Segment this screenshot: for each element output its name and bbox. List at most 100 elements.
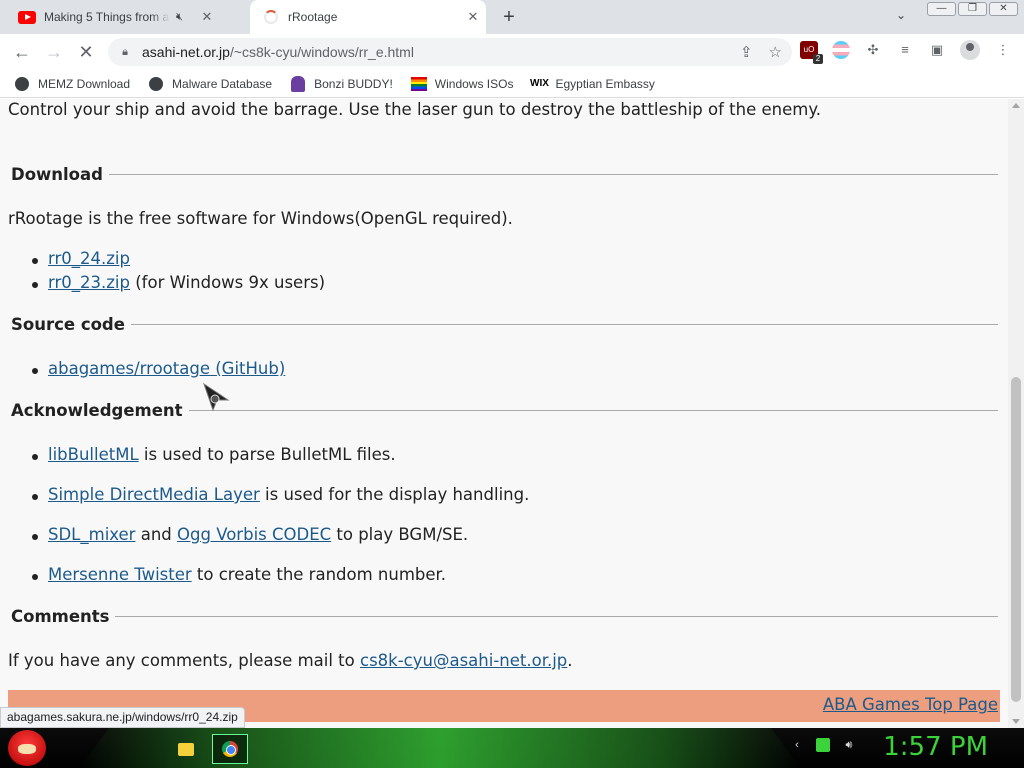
- chrome-icon: [222, 741, 238, 757]
- comments-text: If you have any comments, please mail to…: [8, 651, 573, 670]
- scroll-up-arrow-icon[interactable]: [1012, 103, 1020, 108]
- bookmark-bonzi-buddy[interactable]: Bonzi BUDDY!: [290, 75, 393, 92]
- maximize-button[interactable]: ❐: [958, 2, 987, 16]
- heading-rule: [188, 410, 998, 411]
- section-heading: Download: [11, 165, 103, 184]
- lock-icon[interactable]: 🔒︎: [108, 46, 142, 59]
- volume-icon[interactable]: 🔊︎: [842, 738, 856, 752]
- status-bar-url: abagames.sakura.ne.jp/windows/rr0_24.zip: [0, 707, 245, 728]
- taskbar: ‹ 🔊︎ 1:57 PM: [0, 728, 1024, 768]
- address-bar[interactable]: 🔒︎ asahi-net.or.jp/~cs8k-cyu/windows/rr_…: [108, 38, 792, 66]
- bookmark-malware-database[interactable]: Malware Database: [148, 76, 272, 92]
- new-tab-button[interactable]: +: [498, 6, 520, 28]
- source-list: abagames/rrootage (GitHub): [32, 359, 285, 378]
- profile-avatar-icon[interactable]: [960, 40, 980, 60]
- system-tray: ‹ 🔊︎: [790, 738, 856, 752]
- bookmark-label: Bonzi BUDDY!: [314, 76, 393, 91]
- forward-button[interactable]: →: [42, 40, 66, 64]
- section-heading: Acknowledgement: [11, 401, 183, 420]
- share-icon[interactable]: ⇪: [740, 43, 753, 61]
- heading-rule: [130, 324, 998, 325]
- list-item: Mersenne Twister to create the random nu…: [32, 565, 529, 605]
- github-link[interactable]: abagames/rrootage (GitHub): [48, 359, 285, 378]
- ack-text: is used to parse BulletML files.: [138, 445, 396, 464]
- bookmark-windows-isos[interactable]: Windows ISOs: [410, 76, 514, 92]
- bookmark-label: MEMZ Download: [38, 76, 131, 91]
- page-scrollbar[interactable]: [1008, 99, 1024, 728]
- taskbar-file-explorer[interactable]: [168, 734, 204, 764]
- download-link-rr0-23[interactable]: rr0_23.zip: [48, 273, 130, 292]
- ack-text: to play BGM/SE.: [331, 525, 469, 544]
- minimize-button[interactable]: —: [927, 2, 956, 16]
- close-tab-icon[interactable]: ✕: [198, 8, 216, 26]
- menu-kebab-icon[interactable]: ⋮: [994, 41, 1012, 59]
- rainbow-flag-icon: [410, 76, 427, 92]
- list-item: libBulletML is used to parse BulletML fi…: [32, 445, 529, 485]
- trans-flag-extension-icon[interactable]: [832, 41, 850, 59]
- page-viewport: Control your ship and avoid the barrage.…: [0, 99, 1024, 728]
- start-button-angry-bird-icon[interactable]: [8, 730, 46, 766]
- stop-loading-button[interactable]: ✕: [74, 40, 98, 64]
- mouse-cursor-icon: [203, 382, 230, 412]
- tab-title: rRootage: [288, 10, 338, 24]
- section-comments: Comments: [11, 607, 998, 626]
- side-panel-icon[interactable]: ▣: [928, 41, 946, 59]
- comments-prefix: If you have any comments, please mail to: [8, 651, 360, 670]
- email-link[interactable]: cs8k-cyu@asahi-net.or.jp: [360, 651, 567, 670]
- ack-text: and: [135, 525, 178, 544]
- sdl-link[interactable]: Simple DirectMedia Layer: [48, 485, 260, 504]
- section-heading: Comments: [11, 607, 110, 626]
- close-window-button[interactable]: ✕: [989, 2, 1018, 16]
- page-content: Control your ship and avoid the barrage.…: [0, 99, 1008, 728]
- heading-rule: [108, 174, 998, 175]
- acknowledgement-list: libBulletML is used to parse BulletML fi…: [32, 445, 529, 605]
- wix-icon: WIX: [530, 78, 549, 89]
- section-heading: Source code: [11, 315, 125, 334]
- bookmark-memz[interactable]: MEMZ Download: [14, 76, 130, 92]
- ack-text: is used for the display handling.: [259, 485, 530, 504]
- bookmark-star-icon[interactable]: ☆: [769, 43, 782, 61]
- ack-text: to create the random number.: [191, 565, 447, 584]
- youtube-icon: [18, 10, 36, 24]
- bookmark-egyptian-embassy[interactable]: WIX Egyptian Embassy: [530, 76, 655, 92]
- list-item: Simple DirectMedia Layer is used for the…: [32, 485, 529, 525]
- globe-icon: [148, 76, 164, 92]
- url-path: /~cs8k-cyu/windows/rr_e.html: [229, 44, 414, 60]
- download-link-rr0-24[interactable]: rr0_24.zip: [48, 249, 130, 268]
- aba-games-top-link[interactable]: ABA Games Top Page: [823, 695, 998, 714]
- ogg-vorbis-link[interactable]: Ogg Vorbis CODEC: [177, 525, 331, 544]
- back-button[interactable]: ←: [10, 40, 34, 64]
- extensions-puzzle-icon[interactable]: ✣: [864, 41, 882, 59]
- scroll-down-arrow-icon[interactable]: [1012, 719, 1020, 724]
- sdl-mixer-link[interactable]: SDL_mixer: [48, 525, 135, 544]
- loading-spinner-icon: [262, 10, 280, 24]
- taskbar-chrome[interactable]: [212, 734, 248, 764]
- list-item: SDL_mixer and Ogg Vorbis CODEC to play B…: [32, 525, 529, 565]
- ublock-origin-icon[interactable]: uO 2: [800, 41, 823, 64]
- speaker-muted-icon[interactable]: 🔇︎: [176, 11, 192, 24]
- list-item: abagames/rrootage (GitHub): [32, 359, 285, 378]
- tab-youtube[interactable]: Making 5 Things from a Broken 🔇︎ ✕: [8, 0, 248, 34]
- browser-toolbar: ← → ✕ 🔒︎ asahi-net.or.jp/~cs8k-cyu/windo…: [0, 34, 1024, 70]
- download-text: rRootage is the free software for Window…: [8, 209, 513, 228]
- tab-strip: Making 5 Things from a Broken 🔇︎ ✕ rRoot…: [0, 0, 1024, 34]
- tab-rrootage[interactable]: rRootage ✕: [250, 0, 486, 34]
- comments-period: .: [567, 651, 573, 670]
- media-control-icon[interactable]: ≡: [896, 41, 914, 59]
- close-tab-icon[interactable]: ✕: [464, 8, 482, 26]
- section-download: Download: [11, 165, 998, 184]
- libbulletml-link[interactable]: libBulletML: [48, 445, 139, 464]
- tray-chevron-icon[interactable]: ‹: [790, 738, 804, 752]
- heading-rule: [115, 616, 998, 617]
- bookmark-label: Malware Database: [172, 76, 273, 91]
- globe-icon: [14, 76, 30, 92]
- network-icon[interactable]: [816, 738, 830, 752]
- tab-search-chevron-icon[interactable]: ⌄: [896, 8, 914, 26]
- list-item: rr0_23.zip (for Windows 9x users): [32, 273, 325, 297]
- scrollbar-thumb[interactable]: [1011, 377, 1021, 702]
- section-source-code: Source code: [11, 315, 998, 334]
- taskbar-clock[interactable]: 1:57 PM: [883, 732, 988, 762]
- bookmarks-bar: MEMZ Download Malware Database Bonzi BUD…: [0, 70, 1024, 98]
- mersenne-twister-link[interactable]: Mersenne Twister: [48, 565, 192, 584]
- bookmark-label: Windows ISOs: [434, 76, 514, 91]
